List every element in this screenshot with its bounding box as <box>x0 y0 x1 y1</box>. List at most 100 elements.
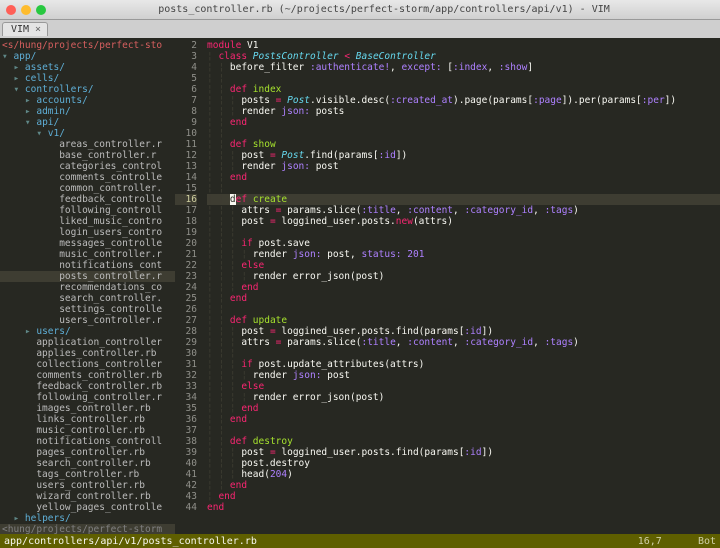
code-line[interactable]: ¦ ¦ ¦ post = Post.find(params[:id]) <box>207 150 720 161</box>
code-line[interactable]: ¦ ¦ ¦ render json: post <box>207 161 720 172</box>
tree-file[interactable]: links_controller.rb <box>0 414 175 425</box>
line-number: 14 <box>175 172 197 183</box>
tree-dir[interactable]: ▾ app/ <box>0 51 175 62</box>
tree-file[interactable]: login_users_contro <box>0 227 175 238</box>
code-line[interactable]: ¦ ¦ ¦ else <box>207 260 720 271</box>
code-line[interactable]: ¦ ¦ ¦ end <box>207 403 720 414</box>
code-line[interactable]: ¦ ¦ <box>207 128 720 139</box>
tree-file[interactable]: search_controller. <box>0 293 175 304</box>
tree-file[interactable]: users_controller.r <box>0 315 175 326</box>
code-line[interactable]: ¦ ¦ ¦ head(204) <box>207 469 720 480</box>
code-line[interactable]: ¦ ¦ ¦ attrs = params.slice(:title, :cont… <box>207 205 720 216</box>
code-line[interactable]: ¦ ¦ def destroy <box>207 436 720 447</box>
minimize-window-icon[interactable] <box>21 5 31 15</box>
close-window-icon[interactable] <box>6 5 16 15</box>
line-number: 26 <box>175 304 197 315</box>
code-line[interactable]: ¦ ¦ <box>207 183 720 194</box>
tree-file[interactable]: feedback_controller.rb <box>0 381 175 392</box>
code-line[interactable]: ¦ ¦ ¦ attrs = params.slice(:title, :cont… <box>207 337 720 348</box>
code-line[interactable]: ¦ ¦ end <box>207 117 720 128</box>
code-line[interactable]: ¦ ¦ ¦ ¦ render json: post, status: 201 <box>207 249 720 260</box>
tree-file[interactable]: posts_controller.r <box>0 271 175 282</box>
code-line[interactable]: ¦ ¦ end <box>207 293 720 304</box>
code-line[interactable]: ¦ ¦ end <box>207 480 720 491</box>
line-number: 7 <box>175 95 197 106</box>
code-line[interactable]: ¦ ¦ ¦ post = loggined_user.posts.find(pa… <box>207 326 720 337</box>
tree-dir[interactable]: ▾ v1/ <box>0 128 175 139</box>
code-line[interactable]: ¦ ¦ end <box>207 414 720 425</box>
tree-file[interactable]: users_controller.rb <box>0 480 175 491</box>
code-line[interactable]: ¦ ¦ def update <box>207 315 720 326</box>
tree-file[interactable]: comments_controller.rb <box>0 370 175 381</box>
tree-file[interactable]: music_controller.r <box>0 249 175 260</box>
tree-file[interactable]: search_controller.rb <box>0 458 175 469</box>
code-line[interactable]: ¦ ¦ ¦ render json: posts <box>207 106 720 117</box>
tree-file[interactable]: liked_music_contro <box>0 216 175 227</box>
tree-file[interactable]: common_controller. <box>0 183 175 194</box>
tree-file[interactable]: following_controll <box>0 205 175 216</box>
code-line[interactable]: ¦ ¦ ¦ end <box>207 282 720 293</box>
code-line[interactable]: ¦ ¦ ¦ ¦ render error_json(post) <box>207 392 720 403</box>
code-line[interactable]: ¦ ¦ ¦ <box>207 348 720 359</box>
tree-dir[interactable]: ▸ accounts/ <box>0 95 175 106</box>
code-line[interactable]: ¦ ¦ end <box>207 172 720 183</box>
code-line[interactable]: ¦ ¦ def index <box>207 84 720 95</box>
code-line[interactable]: ¦ ¦ ¦ post = loggined_user.posts.new(att… <box>207 216 720 227</box>
code-line[interactable]: ¦ ¦ ¦ else <box>207 381 720 392</box>
tree-file[interactable]: application_controller <box>0 337 175 348</box>
tree-file[interactable]: wizard_controller.rb <box>0 491 175 502</box>
tree-dir[interactable]: ▸ admin/ <box>0 106 175 117</box>
line-number: 4 <box>175 62 197 73</box>
tree-file[interactable]: categories_control <box>0 161 175 172</box>
tree-file[interactable]: collections_controller <box>0 359 175 370</box>
code-line[interactable]: ¦ ¦ def create <box>207 194 720 205</box>
tree-file[interactable]: feedback_controlle <box>0 194 175 205</box>
line-number: 10 <box>175 128 197 139</box>
tree-file[interactable]: notifications_cont <box>0 260 175 271</box>
code-line[interactable]: ¦ ¦ ¦ posts = Post.visible.desc(:created… <box>207 95 720 106</box>
tree-file[interactable]: recommendations_co <box>0 282 175 293</box>
code-line[interactable]: ¦ ¦ ¦ post = loggined_user.posts.find(pa… <box>207 447 720 458</box>
tree-file[interactable]: areas_controller.r <box>0 139 175 150</box>
tree-dir[interactable]: ▸ cells/ <box>0 73 175 84</box>
code-line[interactable]: ¦ ¦ ¦ <box>207 227 720 238</box>
line-number: 35 <box>175 403 197 414</box>
tree-dir[interactable]: ▸ assets/ <box>0 62 175 73</box>
tree-file[interactable]: applies_controller.rb <box>0 348 175 359</box>
tab-vim[interactable]: VIM × <box>2 22 48 36</box>
tree-dir[interactable]: ▾ controllers/ <box>0 84 175 95</box>
tree-file[interactable]: comments_controlle <box>0 172 175 183</box>
tree-file[interactable]: notifications_controll <box>0 436 175 447</box>
tree-file[interactable]: messages_controlle <box>0 238 175 249</box>
code-line[interactable]: ¦ ¦ ¦ ¦ render json: post <box>207 370 720 381</box>
code-line[interactable]: end <box>207 502 720 513</box>
tree-file[interactable]: base_controller.r <box>0 150 175 161</box>
code-line[interactable]: ¦ ¦ ¦ if post.update_attributes(attrs) <box>207 359 720 370</box>
code-line[interactable]: ¦ ¦ ¦ ¦ render error_json(post) <box>207 271 720 282</box>
tree-file[interactable]: following_controller.r <box>0 392 175 403</box>
code-line[interactable]: ¦ ¦ <box>207 304 720 315</box>
code-line[interactable]: ¦ ¦ <box>207 425 720 436</box>
line-number: 39 <box>175 447 197 458</box>
zoom-window-icon[interactable] <box>36 5 46 15</box>
code-line[interactable]: ¦ ¦ ¦ if post.save <box>207 238 720 249</box>
code-line[interactable]: ¦ ¦ def show <box>207 139 720 150</box>
code-line[interactable]: ¦ ¦ <box>207 73 720 84</box>
code-line[interactable]: ¦ end <box>207 491 720 502</box>
code-line[interactable]: ¦ ¦ ¦ post.destroy <box>207 458 720 469</box>
nerdtree-sidebar[interactable]: <s/hung/projects/perfect-sto▾ app/ ▸ ass… <box>0 38 175 534</box>
tree-dir[interactable]: ▸ helpers/ <box>0 513 175 524</box>
tree-dir[interactable]: ▸ users/ <box>0 326 175 337</box>
tree-dir[interactable]: ▾ api/ <box>0 117 175 128</box>
code-line[interactable]: ¦ ¦ before_filter :authenticate!, except… <box>207 62 720 73</box>
tree-file[interactable]: images_controller.rb <box>0 403 175 414</box>
tree-file[interactable]: tags_controller.rb <box>0 469 175 480</box>
tree-file[interactable]: yellow_pages_controlle <box>0 502 175 513</box>
tree-file[interactable]: music_controller.rb <box>0 425 175 436</box>
code-line[interactable]: ¦ class PostsController < BaseController <box>207 51 720 62</box>
close-icon[interactable]: × <box>35 24 41 35</box>
code-pane[interactable]: module V1¦ class PostsController < BaseC… <box>203 38 720 534</box>
code-line[interactable]: module V1 <box>207 40 720 51</box>
tree-file[interactable]: pages_controller.rb <box>0 447 175 458</box>
tree-file[interactable]: settings_controlle <box>0 304 175 315</box>
